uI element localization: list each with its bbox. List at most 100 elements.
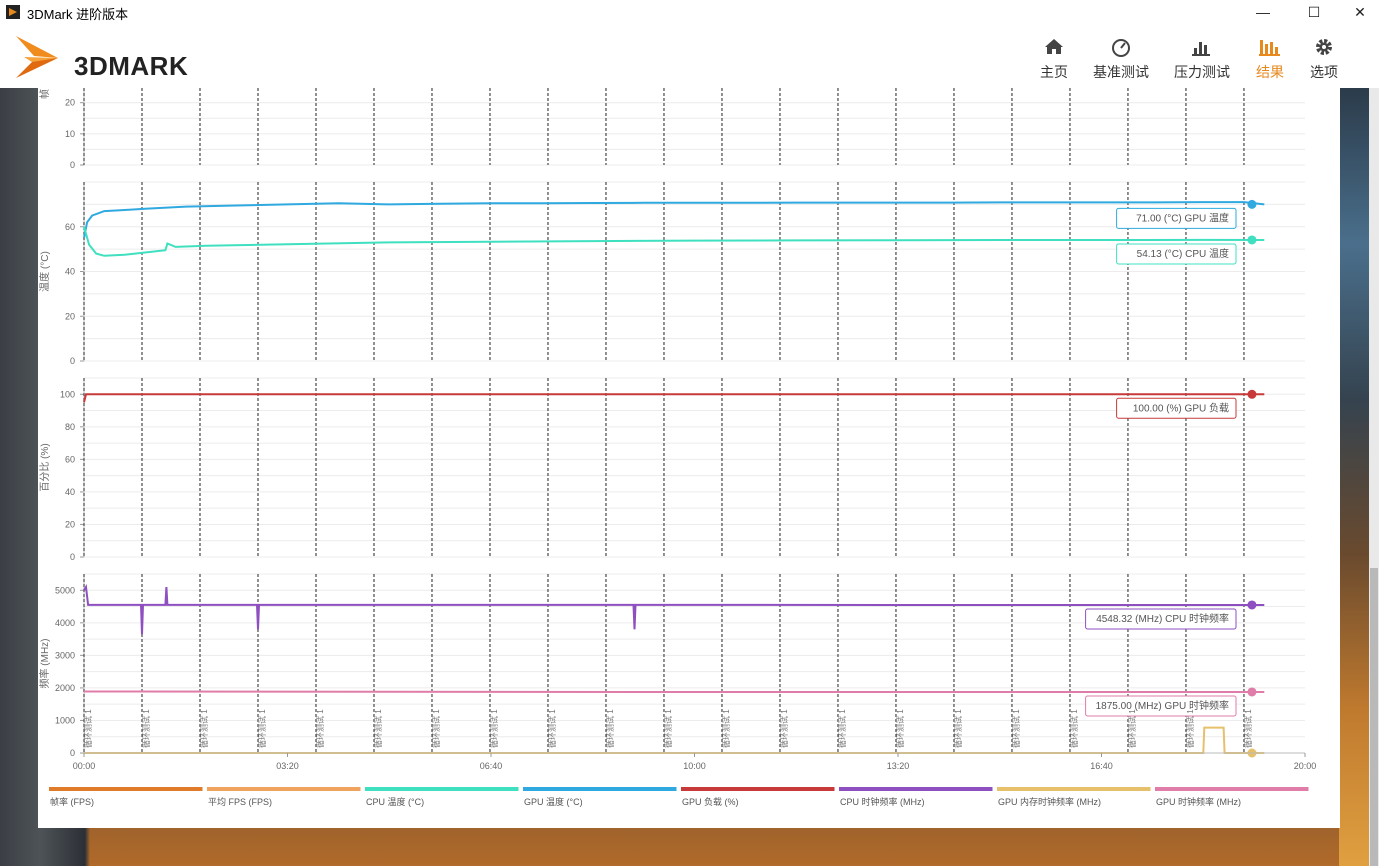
- nav-stress-tests-label: 压力测试: [1174, 64, 1230, 80]
- y-tick-label: 0: [70, 160, 75, 170]
- nav-results[interactable]: 结果: [1252, 34, 1288, 82]
- chart-legend: 帧率 (FPS) 平均 FPS (FPS) CPU 温度 (°C) GPU 温度 (°…: [49, 787, 1309, 807]
- legend-label: GPU 温度 (°C): [524, 796, 583, 807]
- home-icon: [1045, 39, 1063, 54]
- bar-chart-icon: [1192, 42, 1210, 56]
- loop-marker-label: 循环测试 1: [373, 709, 383, 748]
- logo-icon: [16, 36, 58, 78]
- legend-label: 帧率 (FPS): [50, 796, 94, 807]
- y-axis-label: 频率 (MHz): [38, 639, 51, 689]
- nav-results-label: 结果: [1256, 64, 1284, 80]
- loop-marker-label: 循环测试 1: [721, 709, 731, 748]
- results-chart-icon: [1259, 40, 1280, 56]
- loop-marker-label: 循环测试 1: [83, 709, 93, 748]
- y-tick-label: 20: [65, 98, 75, 108]
- series-value-label: 4548.32 (MHz) CPU 时钟频率: [1096, 612, 1229, 625]
- series-end-marker: [1247, 600, 1257, 610]
- app-header: 3DMARK 主页 基准测试 压力测试 结果 选项: [0, 24, 1379, 88]
- series-end-marker: [1247, 687, 1257, 697]
- nav-home-label: 主页: [1040, 64, 1068, 80]
- y-tick-label: 5000: [55, 585, 75, 595]
- legend-label: GPU 负载 (%): [682, 796, 739, 807]
- nav-benchmarks[interactable]: 基准测试: [1090, 34, 1152, 82]
- loop-marker-label: 循环测试 1: [605, 709, 615, 748]
- legend-swatch: [681, 787, 835, 791]
- series-line-CPU 温度: [83, 226, 1265, 257]
- loop-marker-label: 循环测试 1: [257, 709, 267, 748]
- legend-swatch: [1155, 787, 1309, 791]
- loop-marker-label: 循环测试 1: [547, 709, 557, 748]
- loop-marker-label: 循环测试 1: [315, 709, 325, 748]
- brand-name: 3DMARK: [74, 51, 189, 81]
- nav-stress-tests[interactable]: 压力测试: [1171, 34, 1233, 82]
- nav-options-label: 选项: [1310, 64, 1338, 80]
- maximize-button[interactable]: ☐: [1291, 0, 1337, 24]
- page-scrollbar[interactable]: [1369, 88, 1379, 866]
- window-titlebar: 3DMark 进阶版本 — ☐ ✕: [0, 0, 1379, 24]
- x-tick-label: 16:40: [1090, 761, 1113, 771]
- brand-logo[interactable]: 3DMARK: [14, 32, 224, 81]
- y-axis-label: 帧: [38, 89, 51, 99]
- legend-swatch: [997, 787, 1151, 791]
- legend-swatch: [207, 787, 361, 791]
- loop-marker-label: 循环测试 1: [895, 709, 905, 748]
- y-tick-label: 4000: [55, 618, 75, 628]
- loop-marker-labels: 循环测试 1 循环测试 1 循环测试 1 循环测试 1 循环测试 1 循环测试 1 循环测试…: [83, 709, 1253, 748]
- x-tick-label: 03:20: [276, 761, 299, 771]
- x-axis: 00:00 03:20 06:40 10:00 13:20 16:40 20:00: [73, 752, 1316, 771]
- loop-marker-label: 循环测试 1: [1127, 709, 1137, 748]
- legend-swatch: [839, 787, 993, 791]
- minimize-button[interactable]: —: [1240, 0, 1286, 24]
- y-tick-label: 40: [65, 267, 75, 277]
- gear-icon: [1316, 39, 1332, 55]
- y-tick-label: 2000: [55, 683, 75, 693]
- x-tick-label: 13:20: [887, 761, 910, 771]
- nav-home[interactable]: 主页: [1036, 34, 1072, 82]
- loop-marker-label: 循环测试 1: [663, 709, 673, 748]
- series-line-GPU 温度: [83, 201, 1265, 239]
- loop-marker-label: 循环测试 1: [199, 709, 209, 748]
- chart-panel-2: 0 20 40 60 80 100 百分比 (%) 100.00 (%) GPU 负载: [39, 377, 1305, 562]
- loop-marker-label: 循环测试 1: [1185, 709, 1195, 748]
- results-panel: 0 10 20 帧 0 20 40 60 温度 (°C) 71.00 (°C) GPU 温度 54.…: [38, 88, 1340, 828]
- y-tick-label: 60: [65, 454, 75, 464]
- close-button[interactable]: ✕: [1337, 0, 1379, 24]
- series-end-marker: [1247, 235, 1257, 245]
- loop-marker-label: 循环测试 1: [1069, 709, 1079, 748]
- y-tick-label: 3000: [55, 650, 75, 660]
- legend-swatch: [365, 787, 519, 791]
- y-tick-label: 20: [65, 519, 75, 529]
- nav-options[interactable]: 选项: [1306, 34, 1342, 82]
- x-tick-label: 00:00: [73, 761, 96, 771]
- series-end-marker: [1247, 199, 1257, 209]
- loop-marker-label: 循环测试 1: [431, 709, 441, 748]
- monitoring-chart: 0 10 20 帧 0 20 40 60 温度 (°C) 71.00 (°C) GPU 温度 54.…: [38, 88, 1316, 807]
- series-value-label: 54.13 (°C) CPU 温度: [1137, 247, 1229, 260]
- chart-panel-1: 0 20 40 60 温度 (°C) 71.00 (°C) GPU 温度 54.13 (°C…: [38, 181, 1305, 366]
- y-axis-label: 温度 (°C): [38, 251, 51, 292]
- chart-panel-0: 0 10 20 帧: [38, 88, 1305, 170]
- loop-marker-label: 循环测试 1: [1011, 709, 1021, 748]
- legend-label: 平均 FPS (FPS): [208, 796, 272, 807]
- series-value-label: 71.00 (°C) GPU 温度: [1136, 211, 1229, 224]
- series-value-label: 1875.00 (MHz) GPU 时钟频率: [1096, 699, 1229, 712]
- series-value-label: 100.00 (%) GPU 负载: [1133, 401, 1229, 414]
- legend-label: GPU 时钟频率 (MHz): [1156, 796, 1241, 807]
- legend-label: GPU 内存时钟频率 (MHz): [998, 796, 1101, 807]
- series-end-marker: [1247, 389, 1257, 399]
- loop-marker-label: 循环测试 1: [141, 709, 151, 748]
- legend-swatch: [49, 787, 203, 791]
- y-tick-label: 40: [65, 487, 75, 497]
- y-tick-label: 60: [65, 222, 75, 232]
- loop-marker-label: 循环测试 1: [779, 709, 789, 748]
- x-tick-label: 10:00: [683, 761, 706, 771]
- gauge-icon: [1112, 39, 1130, 57]
- scrollbar-thumb[interactable]: [1370, 568, 1378, 866]
- nav-benchmarks-label: 基准测试: [1093, 64, 1149, 80]
- legend-label: CPU 时钟频率 (MHz): [840, 796, 925, 807]
- y-tick-label: 1000: [55, 715, 75, 725]
- y-tick-label: 10: [65, 129, 75, 139]
- y-tick-label: 20: [65, 311, 75, 321]
- loop-marker-label: 循环测试 1: [837, 709, 847, 748]
- series-line-GPU 时钟频率: [83, 690, 1265, 693]
